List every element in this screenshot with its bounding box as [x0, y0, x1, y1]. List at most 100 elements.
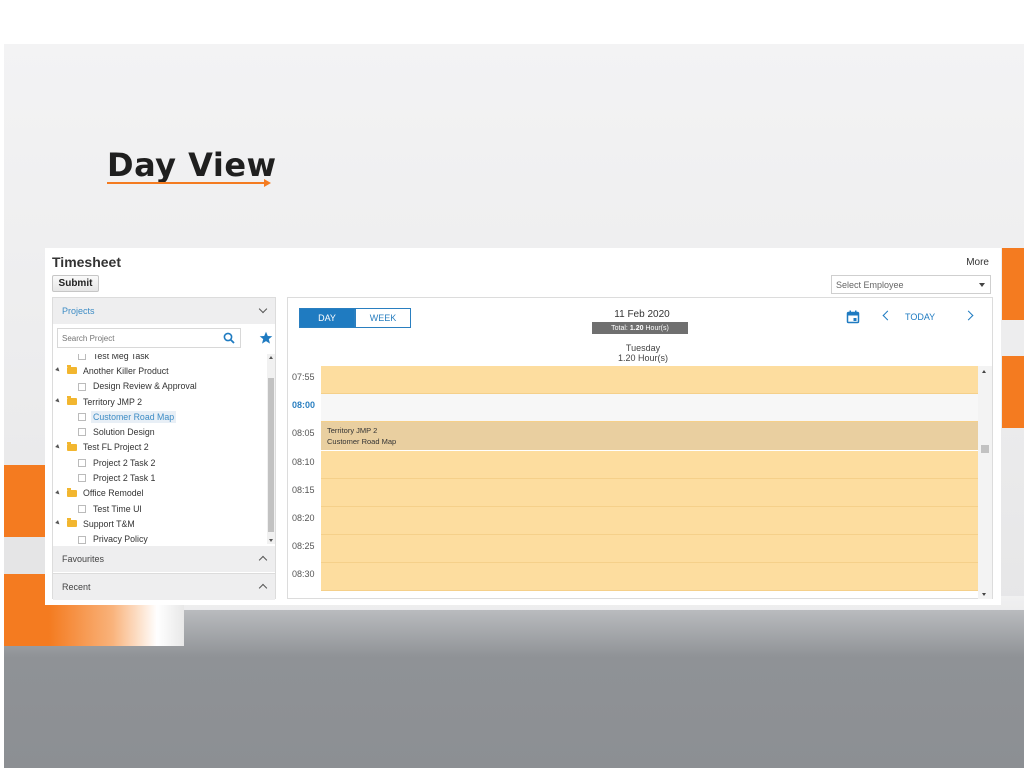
expand-toggle-icon[interactable]	[55, 520, 61, 527]
task-label: Project 2 Task 2	[93, 457, 156, 468]
expand-toggle-icon[interactable]	[55, 367, 61, 374]
tree-task-row[interactable]: Project 2 Task 2	[53, 455, 267, 470]
task-label: Test Meg Task	[93, 354, 150, 361]
tree-task-row[interactable]: Test Time UI	[53, 501, 267, 516]
select-employee-dropdown[interactable]: Select Employee	[831, 275, 991, 294]
scroll-thumb[interactable]	[981, 445, 989, 453]
tree-project-row[interactable]: Territory JMP 2	[53, 394, 267, 409]
chevron-up-icon	[258, 583, 268, 593]
time-slot[interactable]	[321, 563, 978, 592]
task-label: Design Review & Approval	[93, 381, 197, 392]
time-slot[interactable]	[321, 507, 978, 535]
time-label: 08:30	[292, 569, 315, 580]
tree-task-row[interactable]: Test Meg Task	[53, 354, 267, 363]
recent-header[interactable]: Recent	[53, 574, 275, 600]
task-checkbox[interactable]	[78, 382, 86, 391]
day-view-button[interactable]: DAY	[299, 308, 355, 328]
tree-project-row[interactable]: Another Killer Product	[53, 363, 267, 378]
time-label: 08:20	[292, 513, 315, 523]
task-label: Solution Design	[93, 427, 155, 438]
task-label: Test Time UI	[93, 503, 142, 514]
scroll-up-icon[interactable]	[982, 370, 986, 373]
day-hours: 1.20 Hour(s)	[617, 353, 669, 363]
scrollbar[interactable]	[267, 354, 275, 544]
task-checkbox[interactable]	[78, 459, 86, 468]
view-toggle: DAY WEEK	[299, 308, 411, 328]
task-checkbox[interactable]	[78, 428, 86, 437]
time-slot[interactable]	[321, 478, 978, 507]
select-employee-placeholder: Select Employee	[836, 279, 904, 290]
scroll-up-icon[interactable]	[269, 356, 273, 359]
task-label: Customer Road Map	[91, 410, 177, 423]
tree-task-row[interactable]: Privacy Policy	[53, 532, 267, 544]
scroll-down-icon[interactable]	[982, 593, 986, 596]
project-label: Another Killer Product	[83, 365, 169, 376]
time-column: 07:55 08:00 08:05 08:10 08:15 08:20 08:25 08:30	[288, 366, 321, 599]
orange-block	[1002, 248, 1024, 320]
tree-project-row[interactable]: Office Remodel	[53, 486, 267, 501]
time-slot[interactable]	[321, 366, 978, 394]
task-checkbox[interactable]	[78, 504, 86, 513]
scroll-thumb[interactable]	[268, 378, 274, 532]
expand-toggle-icon[interactable]	[55, 443, 61, 450]
calendar-icon[interactable]	[846, 310, 860, 324]
total-prefix: Total:	[611, 324, 628, 332]
task-checkbox[interactable]	[78, 474, 86, 483]
submit-button[interactable]: Submit	[52, 275, 99, 292]
time-entry-project: Territory JMP 2	[327, 426, 378, 436]
title-underline-arrow	[107, 179, 271, 187]
gray-block	[4, 537, 46, 574]
favourites-header[interactable]: Favourites	[53, 546, 275, 572]
project-label: Test FL Project 2	[83, 442, 149, 453]
expand-toggle-icon[interactable]	[55, 398, 61, 404]
search-icon[interactable]	[223, 332, 235, 344]
time-slot[interactable]	[321, 535, 978, 564]
scroll-down-icon[interactable]	[269, 539, 273, 542]
previous-day-icon[interactable]	[882, 310, 893, 321]
time-label: 08:15	[292, 484, 315, 495]
recent-header-label: Recent	[62, 582, 91, 592]
total-hours-badge: Total: 1.20 Hour(s)	[592, 322, 688, 334]
task-label: Project 2 Task 1	[93, 473, 156, 484]
project-label: Office Remodel	[83, 488, 144, 499]
week-view-button[interactable]: WEEK	[355, 308, 411, 328]
task-checkbox[interactable]	[78, 354, 86, 360]
time-entry[interactable]: Territory JMP 2 Customer Road Map	[321, 422, 978, 451]
task-checkbox[interactable]	[78, 413, 86, 422]
tree-project-row[interactable]: Support T&M	[53, 516, 267, 531]
favourites-section: Favourites	[53, 546, 275, 572]
chevron-up-icon	[258, 555, 268, 565]
tree-project-row[interactable]: Test FL Project 2	[53, 440, 267, 455]
time-label: 08:10	[292, 456, 315, 467]
folder-icon	[67, 441, 77, 451]
project-tree: Test Meg Task Another Killer Product Desig…	[53, 354, 267, 544]
time-slot[interactable]	[321, 450, 978, 479]
timesheet-app: Timesheet More Submit Select Employee Pr…	[45, 248, 1001, 605]
chevron-down-icon	[258, 304, 268, 314]
total-suffix: Hour(s)	[645, 324, 669, 332]
total-value: 1.20	[629, 324, 644, 332]
tree-task-row[interactable]: Solution Design	[53, 424, 267, 439]
calendar-panel: DAY WEEK 11 Feb 2020 Total: 1.20 Hour(s)…	[287, 297, 993, 599]
time-entry-task: Customer Road Map	[327, 437, 397, 447]
star-icon[interactable]	[259, 331, 273, 345]
next-day-icon[interactable]	[963, 310, 974, 321]
calendar-scrollbar[interactable]	[978, 366, 992, 599]
slide-title: Day View	[107, 146, 277, 184]
more-link[interactable]: More	[966, 257, 989, 268]
tree-task-row[interactable]: Project 2 Task 1	[53, 470, 267, 485]
projects-header[interactable]: Projects	[53, 298, 275, 324]
project-label: Territory JMP 2	[83, 396, 142, 407]
tree-task-row[interactable]: Design Review & Approval	[53, 379, 267, 394]
time-slot[interactable]	[321, 394, 978, 423]
search-row	[53, 324, 275, 354]
search-project-input[interactable]	[57, 328, 241, 348]
expand-toggle-icon[interactable]	[55, 489, 61, 496]
task-label: Privacy Policy	[93, 534, 148, 544]
today-button[interactable]: TODAY	[905, 312, 935, 322]
time-label: 07:55	[292, 372, 315, 382]
tree-task-row[interactable]: Customer Road Map	[53, 409, 267, 424]
folder-icon	[67, 365, 77, 375]
day-name: Tuesday	[625, 343, 661, 353]
task-checkbox[interactable]	[78, 535, 86, 544]
